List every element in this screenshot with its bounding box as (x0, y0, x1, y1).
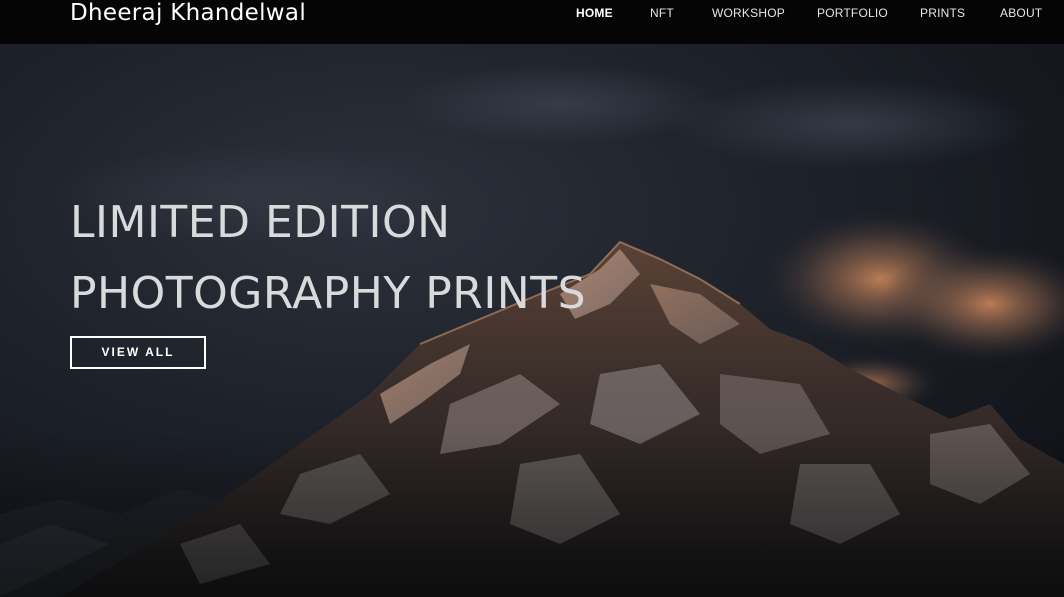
headline-line-2: PHOTOGRAPHY PRINTS (70, 268, 587, 319)
hero-headline: LIMITED EDITION PHOTOGRAPHY PRINTS (70, 187, 770, 329)
view-all-button[interactable]: VIEW ALL (70, 336, 206, 369)
hero-section: LIMITED EDITION PHOTOGRAPHY PRINTS VIEW … (0, 44, 1064, 597)
nav-about[interactable]: ABOUT (1000, 6, 1042, 20)
nav-nft[interactable]: NFT (650, 6, 674, 20)
top-navigation-bar: Dheeraj Khandelwal HOME NFT WORKSHOP POR… (0, 0, 1064, 44)
nav-home[interactable]: HOME (576, 6, 613, 20)
nav-portfolio[interactable]: PORTFOLIO (817, 6, 888, 20)
site-logo-name[interactable]: Dheeraj Khandelwal (70, 0, 306, 26)
nav-prints[interactable]: PRINTS (920, 6, 965, 20)
headline-line-1: LIMITED EDITION (70, 197, 451, 248)
nav-workshop[interactable]: WORKSHOP (712, 6, 785, 20)
